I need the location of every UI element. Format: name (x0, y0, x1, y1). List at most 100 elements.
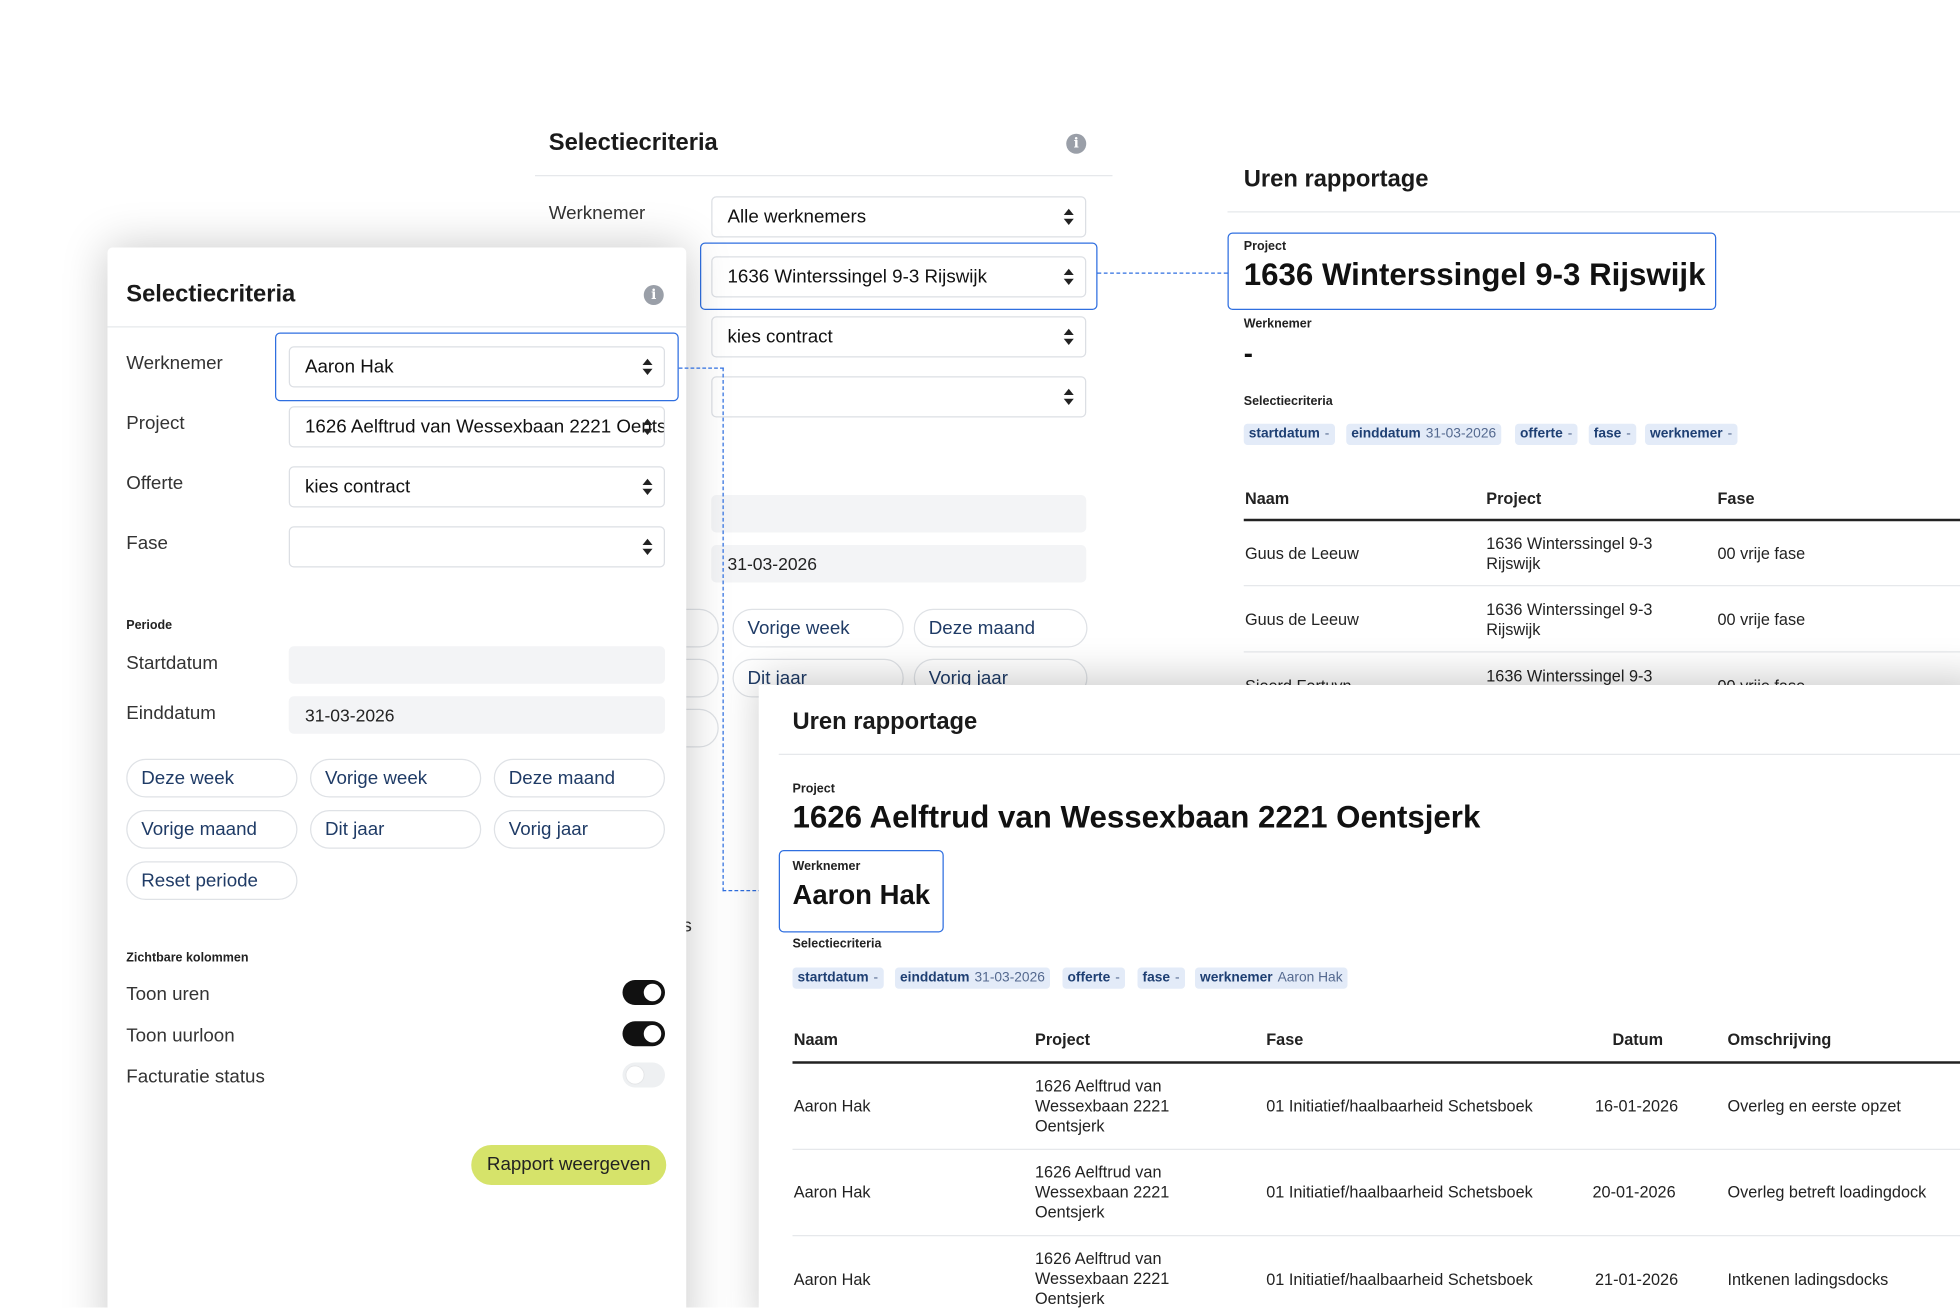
toggle-uren-switch[interactable] (622, 980, 665, 1005)
back-chip-einddatum: einddatum 31-03-2026 (1346, 423, 1502, 445)
row3-project-l2: Wessexbaan 2221 (1035, 1268, 1170, 1288)
back-report-panel: Uren rapportage Project 1636 Winterssing… (1227, 148, 1960, 698)
col-omschrijving: Omschrijving (1727, 1030, 1832, 1049)
row-divider (1243, 651, 1960, 653)
back-row2-fase: 00 vrije fase (1717, 610, 1806, 629)
offerte-label: Offerte (126, 472, 184, 494)
rapport-weergeven-button[interactable]: Rapport weergeven (471, 1145, 667, 1185)
back-row2-naam: Guus de Leeuw (1245, 610, 1359, 629)
project-label: Project (126, 412, 185, 434)
row2-project-l1: 1626 Aelftrud van (1035, 1162, 1162, 1182)
row3-fase: 01 Initiatief/haalbaarheid Schetsboek (1266, 1270, 1533, 1289)
front-chip-offerte: offerte - (1062, 967, 1125, 989)
back-werknemer-value: Alle werknemers (727, 206, 867, 228)
back-col-naam: Naam (1245, 488, 1290, 508)
periode-label: Periode (126, 618, 173, 633)
einddatum-value: 31-03-2026 (305, 705, 395, 725)
info-icon[interactable]: i (643, 285, 664, 305)
select-arrows-icon (642, 418, 653, 437)
divider (1227, 211, 1960, 213)
row-divider (792, 1235, 1960, 1237)
pill-vorig-jaar[interactable]: Vorig jaar (493, 810, 665, 849)
col-datum: Datum (1612, 1030, 1664, 1049)
back-pill-deze-maand[interactable]: Deze maand (913, 608, 1088, 648)
divider (778, 753, 1960, 755)
pill-deze-maand[interactable]: Deze maand (493, 758, 665, 798)
back-form-title: Selectiecriteria (548, 130, 718, 157)
back-row1-fase: 00 vrije fase (1717, 543, 1806, 563)
toggle-uurloon-switch[interactable] (622, 1021, 665, 1047)
row2-project-l2: Wessexbaan 2221 (1035, 1182, 1170, 1202)
row3-naam: Aaron Hak (793, 1270, 871, 1289)
row1-naam: Aaron Hak (793, 1096, 871, 1115)
back-report-title: Uren rapportage (1243, 166, 1429, 193)
front-chip-einddatum: einddatum 31-03-2026 (895, 967, 1050, 989)
front-werknemer-label: Werknemer (792, 860, 861, 874)
row3-project-l3: Oentsjerk (1035, 1288, 1105, 1308)
row2-datum: 20-01-2026 (1592, 1182, 1676, 1202)
back-werknemer-value: - (1243, 337, 1253, 369)
back-pill-vorige-week[interactable]: Vorige week (732, 608, 904, 648)
connector-line (722, 367, 724, 892)
toggle-facturatie-switch[interactable] (622, 1062, 665, 1088)
back-chip-fase: fase - (1588, 423, 1636, 445)
fase-select[interactable] (288, 526, 665, 568)
back-offerte-select[interactable]: kies contract (711, 316, 1087, 358)
back-col-project: Project (1486, 488, 1542, 508)
select-arrows-icon (1063, 208, 1074, 227)
table-header-rule (1243, 518, 1960, 522)
back-chip-offerte: offerte - (1515, 423, 1578, 445)
startdatum-input[interactable] (288, 646, 665, 684)
back-project-label: Project (1243, 240, 1287, 254)
back-offerte-value: kies contract (727, 326, 833, 348)
back-werknemer-label: Werknemer (548, 202, 646, 224)
info-icon[interactable]: i (1066, 133, 1087, 154)
table-header-rule (792, 1061, 1960, 1064)
row-divider (1243, 585, 1960, 587)
col-project: Project (1035, 1030, 1091, 1049)
back-startdatum-input[interactable] (711, 495, 1087, 533)
pill-vorige-maand[interactable]: Vorige maand (126, 810, 298, 849)
back-criteria-label: Selectiecriteria (1243, 395, 1333, 409)
row1-project-l2: Wessexbaan 2221 (1035, 1096, 1170, 1115)
connector-line (678, 367, 724, 369)
col-fase: Fase (1266, 1030, 1304, 1049)
row1-project-l3: Oentsjerk (1035, 1116, 1105, 1135)
row3-datum: 21-01-2026 (1595, 1270, 1679, 1289)
pill-vorige-week[interactable]: Vorige week (310, 758, 482, 798)
einddatum-input[interactable]: 31-03-2026 (288, 696, 665, 734)
offerte-select[interactable]: kies contract (288, 466, 665, 508)
back-row3-project: 1636 Winterssingel 9-3 (1486, 666, 1653, 685)
toggle-uurloon-label: Toon uurloon (126, 1025, 235, 1047)
project-select[interactable]: 1626 Aelftrud van Wessexbaan 2221 Oentsj… (288, 406, 665, 448)
row1-fase: 01 Initiatief/haalbaarheid Schetsboek (1266, 1096, 1533, 1115)
back-project-heading: 1636 Winterssingel 9-3 Rijswijk (1243, 257, 1706, 293)
row1-datum: 16-01-2026 (1595, 1096, 1679, 1115)
connector-line (1097, 272, 1228, 274)
row3-project-l1: 1626 Aelftrud van (1035, 1248, 1162, 1268)
pill-reset-periode[interactable]: Reset periode (126, 861, 298, 900)
front-werknemer-value: Aaron Hak (792, 878, 931, 910)
col-naam: Naam (793, 1030, 839, 1049)
divider (107, 326, 687, 328)
row2-naam: Aaron Hak (793, 1182, 871, 1202)
kolommen-label: Zichtbare kolommen (126, 951, 249, 965)
back-einddatum-value: 31-03-2026 (727, 553, 818, 574)
werknemer-label: Werknemer (126, 352, 223, 374)
toggle-facturatie-label: Facturatie status (126, 1066, 265, 1088)
select-arrows-icon (1063, 328, 1074, 347)
back-werknemer-select[interactable]: Alle werknemers (711, 196, 1087, 238)
divider (535, 175, 1113, 177)
row1-omschrijving: Overleg en eerste opzet (1727, 1096, 1901, 1115)
row2-project-l3: Oentsjerk (1035, 1202, 1105, 1222)
back-werknemer-label: Werknemer (1243, 317, 1312, 332)
back-fase-select[interactable] (711, 376, 1087, 418)
werknemer-highlight (275, 332, 679, 402)
pill-dit-jaar[interactable]: Dit jaar (310, 810, 482, 849)
pill-deze-week[interactable]: Deze week (126, 758, 298, 798)
startdatum-label: Startdatum (126, 652, 218, 674)
back-einddatum-input[interactable]: 31-03-2026 (711, 545, 1087, 583)
project-value: 1626 Aelftrud van Wessexbaan 2221 Oentsj… (305, 416, 665, 438)
row-divider (792, 1148, 1960, 1150)
row2-omschrijving: Overleg betreft loadingdock (1727, 1182, 1927, 1202)
